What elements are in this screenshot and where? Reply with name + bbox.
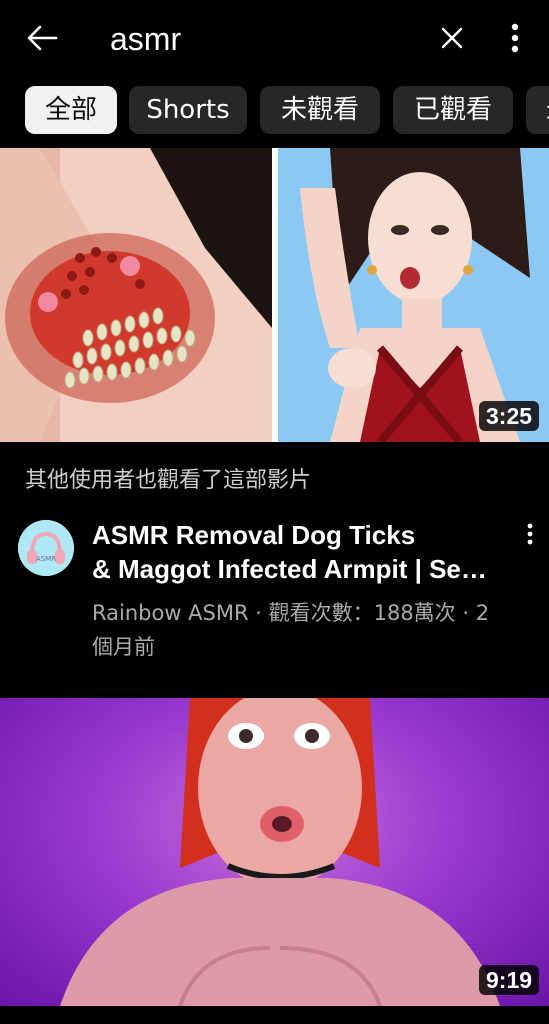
thumbnail-image bbox=[0, 148, 549, 442]
search-query-field[interactable]: asmr bbox=[110, 20, 181, 58]
chip-more[interactable]: 最 bbox=[526, 86, 549, 134]
thumbnail-image bbox=[60, 698, 500, 1006]
chip-shorts[interactable]: Shorts bbox=[129, 86, 247, 134]
clear-search-button[interactable] bbox=[436, 22, 468, 54]
video-metadata: Rainbow ASMR · 觀看次數：188萬次 · 2 個月前 bbox=[92, 596, 522, 664]
more-vertical-icon bbox=[527, 523, 533, 545]
also-watched-label: 其他使用者也觀看了這部影片 bbox=[25, 468, 312, 493]
channel-avatar[interactable]: ASMR bbox=[18, 520, 74, 576]
video-duration: 9:19 bbox=[479, 965, 540, 995]
video-thumbnail[interactable]: 9:19 bbox=[0, 698, 549, 1006]
more-options-button[interactable] bbox=[500, 20, 530, 56]
video-title-line2: & Maggot Infected Armpit | Se… bbox=[92, 554, 487, 584]
video-title[interactable]: ASMR Removal Dog Ticks & Maggot Infected… bbox=[92, 518, 502, 586]
video-meta-line2: 個月前 bbox=[92, 635, 155, 659]
more-vertical-icon bbox=[511, 23, 519, 53]
arrow-left-icon bbox=[27, 25, 58, 51]
search-header: asmr bbox=[0, 0, 549, 78]
chip-all[interactable]: 全部 bbox=[25, 86, 117, 134]
video-meta-line1: Rainbow ASMR · 觀看次數：188萬次 · 2 bbox=[92, 601, 490, 625]
chip-unwatched[interactable]: 未觀看 bbox=[260, 86, 380, 134]
video-thumbnail[interactable]: 3:25 bbox=[0, 148, 549, 442]
headphones-avatar-icon: ASMR bbox=[18, 520, 74, 576]
video-options-button[interactable] bbox=[520, 520, 540, 550]
video-duration: 3:25 bbox=[479, 401, 540, 431]
back-button[interactable] bbox=[22, 18, 62, 58]
filter-chips: 全部 Shorts 未觀看 已觀看 最 bbox=[0, 86, 549, 136]
svg-text:ASMR: ASMR bbox=[36, 555, 56, 563]
chip-watched[interactable]: 已觀看 bbox=[393, 86, 513, 134]
close-icon bbox=[441, 27, 463, 49]
video-title-line1: ASMR Removal Dog Ticks bbox=[92, 520, 416, 550]
